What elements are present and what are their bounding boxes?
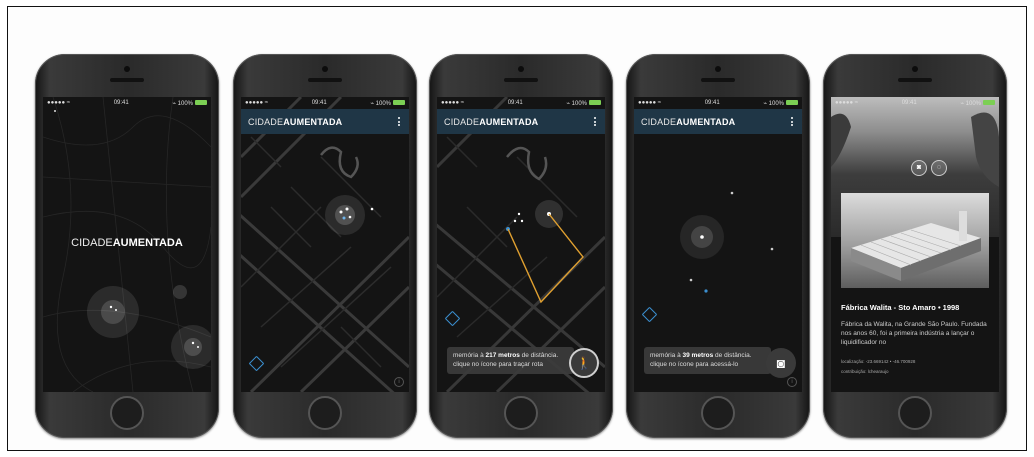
app-bar: CIDADEAUMENTADA (241, 109, 409, 134)
front-camera (124, 66, 130, 72)
more-menu-icon[interactable] (396, 117, 402, 126)
carrier-signal: ●●●●● ≈ (835, 100, 859, 106)
battery-indicator: ⌁ 100% (960, 100, 995, 107)
memory-title: Fábrica Walita - Sto Amaro • 1998 (841, 303, 960, 312)
factory-building-illustration (851, 211, 981, 281)
speaker (701, 78, 735, 82)
more-menu-icon[interactable] (592, 117, 598, 126)
clock: 09:41 (901, 100, 917, 106)
walking-person-icon: 🚶 (576, 356, 592, 370)
nearby-screen: ●●●●● ≈ 09:41 ⌁ 100% CIDADEAUMENTADA mem… (634, 97, 802, 392)
home-button[interactable] (308, 396, 342, 430)
camera-icon: ◙ (916, 164, 922, 171)
battery-icon (194, 100, 207, 106)
screenshot-collage: ●●●●● ≈ 09:41 ⌁ 100% CIDADEAUMENTADA ●●●… (7, 6, 1027, 451)
map-screen: ●●●●● ≈ 09:41 ⌁ 100% CIDADEAUMENTADA i (241, 97, 409, 392)
memory-photo (841, 193, 989, 288)
speaker (898, 78, 932, 82)
app-bar: CIDADEAUMENTADA (634, 109, 802, 134)
status-bar: ●●●●● ≈ 09:41 ⌁ 100% (43, 97, 211, 109)
speaker (110, 78, 144, 82)
front-camera (322, 66, 328, 72)
memory-location: localização: -23.669142 • -46.700928 (841, 359, 916, 364)
phone-memory-detail: ●●●●● ≈ 09:41 ⌁ 100% ◙ ◌ Fábrica Walita … (823, 54, 1007, 438)
speaker (308, 78, 342, 82)
clock: 09:41 (704, 100, 720, 106)
carrier-signal: ●●●●● ≈ (47, 100, 71, 106)
memory-description: Fábrica da Walita, na Grande São Paulo. … (841, 321, 987, 346)
battery-icon (588, 100, 601, 106)
info-icon[interactable]: i (787, 377, 797, 387)
clock: 09:41 (113, 100, 129, 106)
status-bar: ●●●●● ≈ 09:41 ⌁ 100% (437, 97, 605, 109)
map-view-button[interactable]: ◌ (931, 160, 947, 176)
status-bar: ●●●●● ≈ 09:41 ⌁ 100% (831, 97, 999, 109)
app-logo: CIDADEAUMENTADA (444, 116, 539, 127)
route-screen: ●●●●● ≈ 09:41 ⌁ 100% CIDADEAUMENTADA mem… (437, 97, 605, 392)
battery-indicator: ⌁ 100% (370, 100, 405, 107)
battery-icon (982, 100, 995, 106)
splash-logo: CIDADEAUMENTADA (71, 237, 183, 249)
camera-icon: ◙ (776, 355, 786, 371)
carrier-signal: ●●●●● ≈ (245, 100, 269, 106)
battery-icon (392, 100, 405, 106)
home-button[interactable] (110, 396, 144, 430)
phone-route: ●●●●● ≈ 09:41 ⌁ 100% CIDADEAUMENTADA mem… (429, 54, 613, 438)
home-button[interactable] (701, 396, 735, 430)
city-map[interactable] (241, 97, 409, 392)
front-camera (912, 66, 918, 72)
carrier-signal: ●●●●● ≈ (441, 100, 465, 106)
status-bar: ●●●●● ≈ 09:41 ⌁ 100% (241, 97, 409, 109)
battery-indicator: ⌁ 100% (763, 100, 798, 107)
clock: 09:41 (507, 100, 523, 106)
app-logo: CIDADEAUMENTADA (248, 116, 343, 127)
map-icon: ◌ (936, 164, 942, 171)
front-camera (715, 66, 721, 72)
home-button[interactable] (504, 396, 538, 430)
app-logo: CIDADEAUMENTADA (641, 116, 736, 127)
distance-message: memória à 217 metros de distância. cliqu… (447, 347, 574, 374)
phone-map: ●●●●● ≈ 09:41 ⌁ 100% CIDADEAUMENTADA i (233, 54, 417, 438)
home-button[interactable] (898, 396, 932, 430)
distance-message: memória à 39 metros de distância. clique… (644, 347, 771, 374)
phone-splash: ●●●●● ≈ 09:41 ⌁ 100% CIDADEAUMENTADA (35, 54, 219, 438)
battery-icon (785, 100, 798, 106)
battery-indicator: ⌁ 100% (172, 100, 207, 107)
more-menu-icon[interactable] (789, 117, 795, 126)
camera-view-button[interactable]: ◙ (911, 160, 927, 176)
phone-nearby: ●●●●● ≈ 09:41 ⌁ 100% CIDADEAUMENTADA mem… (626, 54, 810, 438)
status-bar: ●●●●● ≈ 09:41 ⌁ 100% (634, 97, 802, 109)
carrier-signal: ●●●●● ≈ (638, 100, 662, 106)
app-bar: CIDADEAUMENTADA (437, 109, 605, 134)
info-icon[interactable]: i (394, 377, 404, 387)
front-camera (518, 66, 524, 72)
camera-button[interactable]: ◙ (766, 348, 796, 378)
memory-detail-screen: ●●●●● ≈ 09:41 ⌁ 100% ◙ ◌ Fábrica Walita … (831, 97, 999, 392)
battery-indicator: ⌁ 100% (566, 100, 601, 107)
speaker (504, 78, 538, 82)
splash-screen: ●●●●● ≈ 09:41 ⌁ 100% CIDADEAUMENTADA (43, 97, 211, 392)
walk-route-button[interactable]: 🚶 (569, 348, 599, 378)
memory-contributor: contribuição: lchearaujo (841, 369, 889, 374)
clock: 09:41 (311, 100, 327, 106)
